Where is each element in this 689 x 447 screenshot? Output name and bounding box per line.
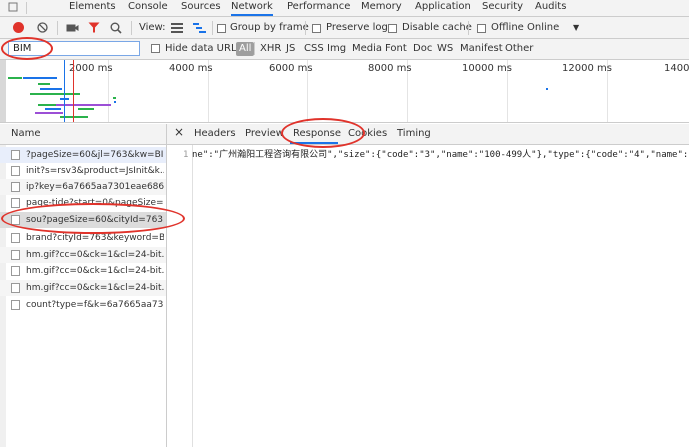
time-tick: 4000 ms [169, 63, 213, 74]
large-rows-icon[interactable] [171, 23, 183, 33]
view-label: View: [139, 22, 166, 33]
waterfall-bar [78, 108, 94, 110]
search-icon[interactable] [110, 22, 122, 34]
type-filter-media[interactable]: Media [352, 43, 382, 55]
request-row[interactable]: ip?key=6a7665aa7301eae686... [0, 179, 166, 195]
type-filter-js[interactable]: JS [286, 43, 295, 55]
type-filter-doc[interactable]: Doc [413, 43, 432, 55]
toolbar-divider [212, 21, 213, 35]
request-row[interactable]: hm.gif?cc=0&ck=1&cl=24-bit... [0, 280, 166, 296]
screenshot-camera-icon[interactable] [66, 22, 79, 33]
waterfall-bar [35, 112, 63, 114]
tab-preview[interactable]: Preview [245, 128, 284, 140]
tab-headers[interactable]: Headers [194, 128, 236, 140]
request-row[interactable]: ?pageSize=60&jl=763&kw=BI... [0, 147, 166, 163]
waterfall-bar [113, 97, 116, 99]
overview-scroll-handle[interactable] [0, 60, 6, 122]
preserve-log-label: Preserve log [326, 22, 388, 33]
waterfall-bar [8, 77, 22, 79]
file-icon [11, 233, 20, 243]
request-row[interactable]: hm.gif?cc=0&ck=1&cl=24-bit... [0, 263, 166, 279]
type-filter-xhr[interactable]: XHR [260, 43, 281, 55]
throttle-dropdown-arrow-icon[interactable]: ▼ [573, 22, 579, 34]
line-number: 1 [183, 150, 189, 160]
waterfall-bar [114, 101, 116, 103]
file-icon [11, 300, 20, 310]
time-tick: 2000 ms [69, 63, 113, 74]
type-filter-ws[interactable]: WS [437, 43, 453, 55]
type-filter-font[interactable]: Font [385, 43, 407, 55]
time-tick: 10000 ms [462, 63, 512, 74]
tab-memory[interactable]: Memory [361, 0, 402, 16]
hide-data-urls-checkbox[interactable] [151, 44, 160, 53]
response-body-text[interactable]: ne":"广州瀚阳工程咨询有限公司","size":{"code":"3","n… [192, 149, 689, 161]
tab-audits[interactable]: Audits [535, 0, 566, 16]
tab-performance[interactable]: Performance [287, 0, 350, 16]
close-detail-icon[interactable]: × [174, 126, 184, 138]
file-icon [11, 283, 20, 293]
file-icon [11, 150, 20, 160]
tab-console[interactable]: Console [128, 0, 168, 16]
type-filter-all[interactable]: All [236, 42, 255, 56]
preserve-log-checkbox[interactable] [312, 24, 321, 33]
throttle-select[interactable]: Online [527, 22, 559, 34]
filter-divider [254, 42, 255, 55]
file-icon [11, 266, 20, 276]
file-icon [11, 198, 20, 208]
group-by-frame-label: Group by frame [230, 22, 309, 33]
request-row[interactable]: count?type=f&k=6a7665aa73... [0, 297, 166, 313]
time-tick: 8000 ms [368, 63, 412, 74]
record-button[interactable] [13, 22, 24, 33]
time-tick: 6000 ms [269, 63, 313, 74]
disable-cache-label: Disable cache [402, 22, 472, 33]
waterfall-bar [38, 104, 56, 106]
offline-label: Offline [491, 22, 524, 33]
waterfall-bar [23, 77, 57, 79]
hide-data-urls-label: Hide data URLs [165, 43, 242, 54]
tab-timing[interactable]: Timing [397, 128, 431, 140]
tab-elements[interactable]: Elements [69, 0, 116, 16]
highlight-response-tab [281, 118, 365, 148]
tab-security[interactable]: Security [482, 0, 523, 16]
tab-divider [26, 2, 27, 14]
type-filter-img[interactable]: Img [327, 43, 346, 55]
file-icon [11, 250, 20, 260]
type-filter-manifest[interactable]: Manifest [460, 43, 503, 55]
type-filter-other[interactable]: Other [505, 43, 533, 55]
time-tick: 14000 [664, 63, 689, 74]
name-column-header[interactable]: Name [11, 128, 41, 140]
highlight-filter-input [1, 37, 53, 60]
toolbar-divider [131, 21, 132, 35]
toolbar-divider [305, 21, 306, 35]
more-panels-icon[interactable] [8, 2, 18, 12]
highlight-selected-request [1, 203, 185, 234]
waterfall-bar [38, 83, 50, 85]
load-event-line [73, 60, 74, 122]
response-gutter [167, 145, 193, 447]
waterfall-bar [546, 88, 548, 90]
toolbar-divider [57, 21, 58, 35]
request-row[interactable]: init?s=rsv3&product=JsInit&k... [0, 163, 166, 179]
tab-network[interactable]: Network [231, 0, 273, 16]
waterfall-bar [40, 88, 62, 90]
request-row[interactable]: hm.gif?cc=0&ck=1&cl=24-bit... [0, 247, 166, 263]
toolbar-divider [468, 21, 469, 35]
file-icon [11, 166, 20, 176]
disable-cache-checkbox[interactable] [388, 24, 397, 33]
time-tick: 12000 ms [562, 63, 612, 74]
tab-sources[interactable]: Sources [181, 0, 221, 16]
filter-funnel-icon[interactable] [88, 22, 100, 33]
offline-checkbox[interactable] [477, 24, 486, 33]
waterfall-overview-icon[interactable] [193, 23, 206, 33]
file-icon [11, 182, 20, 192]
tab-application[interactable]: Application [415, 0, 471, 16]
waterfall-bar [45, 108, 61, 110]
dom-content-loaded-line [64, 60, 65, 122]
type-filter-css[interactable]: CSS [304, 43, 324, 55]
group-by-frame-checkbox[interactable] [217, 24, 226, 33]
clear-icon[interactable] [37, 22, 48, 33]
